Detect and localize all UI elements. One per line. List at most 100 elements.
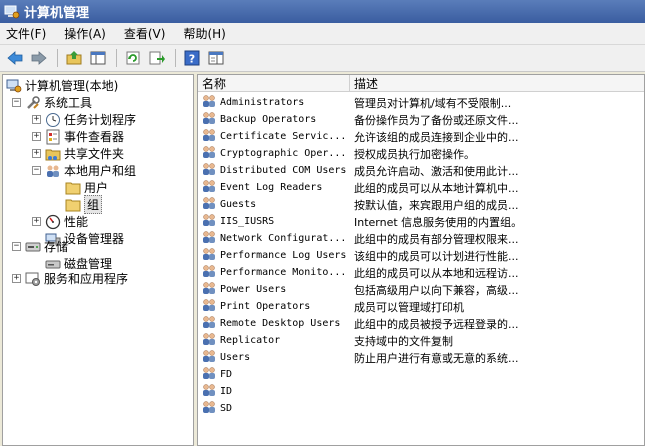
tree-item-storage[interactable]: − 存储 bbox=[12, 238, 68, 255]
show-hide-tree-button[interactable] bbox=[87, 47, 109, 69]
refresh-button[interactable] bbox=[122, 47, 144, 69]
tree-item-system-tools[interactable]: − 系统工具 bbox=[12, 94, 92, 111]
group-name: ID bbox=[220, 386, 233, 397]
group-name: Users bbox=[220, 352, 251, 363]
up-folder-button[interactable] bbox=[63, 47, 85, 69]
collapse-toggle[interactable]: − bbox=[32, 166, 41, 175]
table-row[interactable]: Users 防止用户进行有意或无意的系统... bbox=[198, 349, 644, 366]
tree-label: 存储 bbox=[44, 240, 69, 254]
menu-action[interactable]: 操作(A) bbox=[64, 25, 106, 42]
expand-toggle[interactable]: + bbox=[32, 217, 41, 226]
tree-label: 任务计划程序 bbox=[64, 113, 137, 127]
group-list-view: 名称 描述 Administrators 管理员对计算机/域有不受限制... Bac… bbox=[197, 74, 645, 446]
tree-label: 性能 bbox=[64, 215, 89, 229]
properties-icon bbox=[208, 51, 224, 65]
folder-icon bbox=[65, 197, 81, 213]
toolbar-separator bbox=[57, 49, 58, 67]
table-row[interactable]: SD bbox=[198, 399, 644, 418]
table-row[interactable]: FD bbox=[198, 366, 644, 383]
tree-item-services-apps[interactable]: + 服务和应用程序 bbox=[12, 270, 128, 287]
computer-management-icon bbox=[4, 5, 20, 18]
group-description: 授权成员执行加密操作。 bbox=[354, 147, 475, 161]
table-row[interactable]: Replicator 支持域中的文件复制 bbox=[198, 332, 644, 349]
table-row[interactable]: Network Configurat... 此组中的成员有部分管理权限来... bbox=[198, 230, 644, 247]
tree-label: 系统工具 bbox=[44, 96, 93, 110]
users-group-icon bbox=[45, 163, 61, 179]
table-row[interactable]: Event Log Readers 此组的成员可以从本地计算机中... bbox=[198, 179, 644, 196]
toolbar-separator bbox=[116, 49, 117, 67]
table-row[interactable]: Print Operators 成员可以管理域打印机 bbox=[198, 298, 644, 315]
table-row[interactable]: Performance Log Users 该组中的成员可以计划进行性能... bbox=[198, 247, 644, 264]
group-description: 此组中的成员有部分管理权限来... bbox=[354, 232, 519, 246]
back-button[interactable] bbox=[4, 47, 26, 69]
group-name: Guests bbox=[220, 199, 257, 210]
folder-icon bbox=[65, 180, 81, 196]
tree-label: 事件查看器 bbox=[64, 130, 125, 144]
table-row[interactable]: Distributed COM Users 成员允许启动、激活和使用此计... bbox=[198, 162, 644, 179]
expand-toggle[interactable]: + bbox=[12, 274, 21, 283]
group-name: Certificate Servic... bbox=[220, 131, 347, 142]
group-description: 包括高级用户以向下兼容，高级... bbox=[354, 283, 519, 297]
expand-toggle[interactable]: + bbox=[32, 149, 41, 158]
expand-toggle[interactable]: + bbox=[32, 115, 41, 124]
export-list-button[interactable] bbox=[146, 47, 168, 69]
storage-icon bbox=[25, 239, 41, 255]
group-name: SD bbox=[220, 403, 233, 414]
menu-view[interactable]: 查看(V) bbox=[124, 25, 166, 42]
group-name: Print Operators bbox=[220, 301, 311, 312]
tree-item-groups[interactable]: 组 bbox=[65, 195, 103, 214]
tree-label: 服务和应用程序 bbox=[44, 272, 129, 286]
table-row[interactable]: Power Users 包括高级用户以向下兼容，高级... bbox=[198, 281, 644, 298]
tree-label: 共享文件夹 bbox=[64, 147, 125, 161]
table-row[interactable]: Remote Desktop Users 此组中的成员被授予远程登录的... bbox=[198, 315, 644, 332]
group-name: Network Configurat... bbox=[220, 233, 347, 244]
table-row[interactable]: ID bbox=[198, 383, 644, 400]
toolbar-separator bbox=[175, 49, 176, 67]
table-row[interactable]: IIS_IUSRS Internet 信息服务使用的内置组。 bbox=[198, 213, 644, 230]
navigation-tree: 计算机管理(本地) − 系统工具 + 任务计划程序 + 事件查看器 + 共享文件… bbox=[2, 74, 194, 446]
group-description: 支持域中的文件复制 bbox=[354, 334, 453, 348]
group-description: 按默认值，来宾跟用户组的成员... bbox=[354, 198, 519, 212]
collapse-toggle[interactable]: − bbox=[12, 98, 21, 107]
table-row[interactable]: Administrators 管理员对计算机/域有不受限制... bbox=[198, 94, 644, 111]
tree-item-local-users-groups[interactable]: − 本地用户和组 bbox=[32, 162, 136, 179]
tree-item-event-viewer[interactable]: + 事件查看器 bbox=[32, 128, 124, 145]
tree-item-performance[interactable]: + 性能 bbox=[32, 213, 88, 230]
computer-management-icon bbox=[6, 78, 22, 94]
group-name: Cryptographic Oper... bbox=[220, 148, 347, 159]
shared-folder-icon bbox=[45, 146, 61, 162]
group-description: 成员允许启动、激活和使用此计... bbox=[354, 164, 519, 178]
collapse-toggle[interactable]: − bbox=[12, 242, 21, 251]
tree-item-task-scheduler[interactable]: + 任务计划程序 bbox=[32, 111, 136, 128]
group-name: Distributed COM Users bbox=[220, 165, 347, 176]
group-description: 防止用户进行有意或无意的系统... bbox=[354, 351, 519, 365]
group-name-cell: SD bbox=[201, 399, 351, 418]
table-row[interactable]: Certificate Servic... 允许该组的成员连接到企业中的... bbox=[198, 128, 644, 145]
help-button[interactable]: ? bbox=[181, 47, 203, 69]
table-row[interactable]: Cryptographic Oper... 授权成员执行加密操作。 bbox=[198, 145, 644, 162]
column-header-name[interactable]: 名称 bbox=[198, 75, 350, 92]
group-name: Power Users bbox=[220, 284, 287, 295]
tree-label: 设备管理器 bbox=[64, 232, 125, 246]
refresh-icon bbox=[126, 51, 140, 65]
tools-icon bbox=[25, 95, 41, 111]
table-row[interactable]: Backup Operators 备份操作员为了备份或还原文件... bbox=[198, 111, 644, 128]
group-description: 成员可以管理域打印机 bbox=[354, 300, 464, 314]
show-hide-tree-icon bbox=[90, 51, 106, 65]
column-header-description[interactable]: 描述 bbox=[350, 75, 644, 92]
table-row[interactable]: Guests 按默认值，来宾跟用户组的成员... bbox=[198, 196, 644, 213]
up-folder-icon bbox=[66, 51, 82, 65]
forward-icon bbox=[31, 51, 47, 65]
services-icon bbox=[25, 271, 41, 287]
tree-item-shared-folders[interactable]: + 共享文件夹 bbox=[32, 145, 124, 162]
menu-file[interactable]: 文件(F) bbox=[6, 25, 46, 42]
clock-icon bbox=[45, 112, 61, 128]
tree-item-users[interactable]: 用户 bbox=[65, 179, 108, 196]
tree-item-computer-management[interactable]: 计算机管理(本地) bbox=[6, 77, 118, 94]
tree-label: 组 bbox=[84, 195, 103, 214]
menu-help[interactable]: 帮助(H) bbox=[183, 25, 225, 42]
forward-button[interactable] bbox=[28, 47, 50, 69]
table-row[interactable]: Performance Monito... 此组的成员可以从本地和远程访... bbox=[198, 264, 644, 281]
expand-toggle[interactable]: + bbox=[32, 132, 41, 141]
properties-button[interactable] bbox=[205, 47, 227, 69]
